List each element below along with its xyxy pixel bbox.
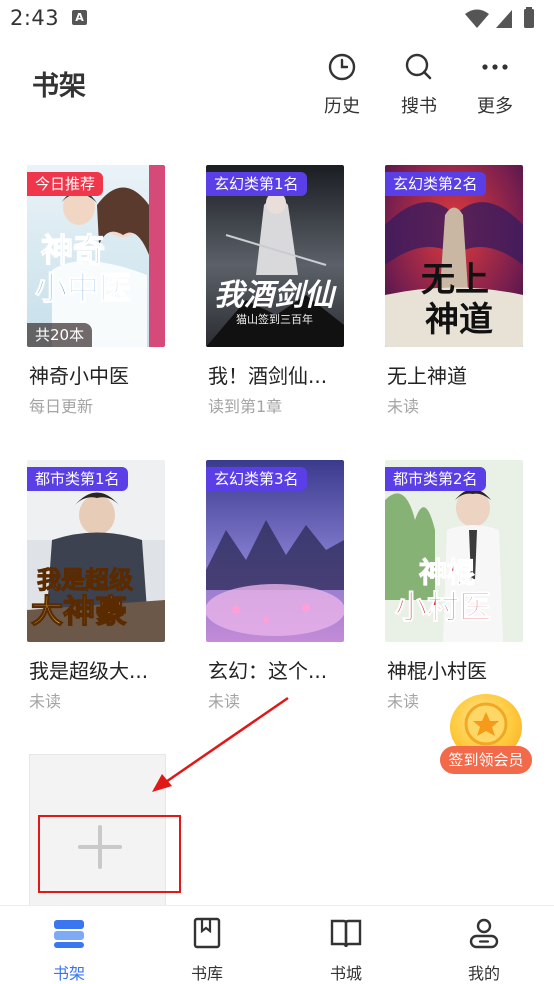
book-cover[interactable]: 无上 神道 玄幻类第2名 xyxy=(385,165,523,347)
nav-label: 我的 xyxy=(467,964,500,983)
book-title: 无上神道 xyxy=(387,364,467,388)
book-card[interactable]: 我是超级 大神豪 都市类第1名 我是超级大... 未读 xyxy=(27,460,177,711)
svg-text:小中医: 小中医 xyxy=(35,269,131,307)
book-status: 读到第1章 xyxy=(208,397,283,416)
signin-reward-button[interactable]: 签到领会员 xyxy=(440,694,532,776)
annotation-arrow xyxy=(152,696,289,792)
svg-text:我酒剑仙: 我酒剑仙 xyxy=(214,278,337,313)
svg-text:神棍: 神棍 xyxy=(419,556,475,589)
more-dots-icon xyxy=(482,64,508,70)
book-status: 每日更新 xyxy=(29,397,94,416)
book-card[interactable]: 神棍 小村医 都市类第2名 神棍小村医 未读 xyxy=(385,460,535,711)
clock-icon xyxy=(328,53,356,81)
book-cover[interactable]: 神奇 小中医 今日推荐 共20本 xyxy=(27,165,165,347)
book-status: 未读 xyxy=(29,692,62,711)
svg-text:神道: 神道 xyxy=(425,300,493,339)
svg-text:神奇: 神奇 xyxy=(41,231,105,269)
rank-badge: 玄幻类第3名 xyxy=(206,467,307,491)
book-card[interactable]: 无上 神道 玄幻类第2名 无上神道 未读 xyxy=(385,165,535,416)
cover-title-art: 我是超级 大神豪 xyxy=(30,566,133,631)
svg-text:无上: 无上 xyxy=(421,260,489,300)
status-bar: 2:43 A xyxy=(0,0,554,38)
recommend-badge: 今日推荐 xyxy=(27,172,104,196)
nav-library[interactable]: 书库 xyxy=(167,906,247,984)
page-title: 书架 xyxy=(32,71,86,102)
book-title: 神棍小村医 xyxy=(387,659,487,683)
bottom-nav: 书架 书库 书城 我的 xyxy=(0,905,554,984)
nav-bookshelf[interactable]: 书架 xyxy=(29,906,109,984)
book-cover[interactable]: 我酒剑仙 猫山签到三百年 玄幻类第1名 xyxy=(206,165,344,347)
status-icons xyxy=(465,7,534,28)
rank-badge: 玄幻类第1名 xyxy=(206,172,307,196)
book-card[interactable]: 玄幻类第3名 玄幻：这个... 未读 xyxy=(206,460,356,711)
book-cover[interactable]: 神棍 小村医 都市类第2名 xyxy=(385,460,523,642)
book-title: 我！酒剑仙... xyxy=(208,364,328,388)
nav-profile[interactable]: 我的 xyxy=(444,906,524,984)
book-status: 未读 xyxy=(387,692,420,711)
book-cover[interactable]: 玄幻类第3名 xyxy=(206,460,344,642)
book-cover[interactable]: 我是超级 大神豪 都市类第1名 xyxy=(27,460,165,642)
book-status: 未读 xyxy=(387,397,420,416)
search-icon xyxy=(405,53,432,80)
history-label: 历史 xyxy=(324,96,360,117)
open-book-icon xyxy=(330,919,362,948)
rank-badge: 都市类第2名 xyxy=(385,467,486,491)
book-title: 玄幻：这个... xyxy=(208,659,328,683)
svg-text:猫山签到三百年: 猫山签到三百年 xyxy=(236,312,313,326)
battery-icon xyxy=(524,9,534,28)
search-books-button[interactable]: 搜书 xyxy=(389,48,449,118)
more-button[interactable]: 更多 xyxy=(465,48,525,118)
cover-title-art: 神棍 小村医 xyxy=(395,556,492,627)
bookshelf-icon xyxy=(54,920,84,948)
rank-badge: 都市类第1名 xyxy=(27,467,128,491)
nav-label: 书城 xyxy=(329,964,362,983)
cover-title-art: 无上 神道 xyxy=(421,260,493,339)
status-time: 2:43 xyxy=(10,6,60,30)
nav-bookstore[interactable]: 书城 xyxy=(306,906,386,984)
nav-label: 书库 xyxy=(190,964,223,983)
svg-text:大神豪: 大神豪 xyxy=(31,592,127,630)
rank-badge: 玄幻类第2名 xyxy=(385,172,486,196)
book-title: 神奇小中医 xyxy=(29,364,129,388)
signal-icon xyxy=(496,10,512,28)
nav-label: 书架 xyxy=(52,964,85,983)
book-card[interactable]: 神奇 小中医 今日推荐 共20本 神奇小中医 每日更新 xyxy=(27,165,177,416)
book-count-badge: 共20本 xyxy=(27,323,93,347)
more-label: 更多 xyxy=(477,96,513,117)
history-button[interactable]: 历史 xyxy=(312,48,372,118)
svg-text:小村医: 小村医 xyxy=(395,588,491,626)
svg-text:我是超级: 我是超级 xyxy=(37,566,133,594)
profile-icon xyxy=(469,918,499,949)
cover-title-art: 我酒剑仙 猫山签到三百年 xyxy=(214,278,337,326)
cover-title-art: 神奇 小中医 xyxy=(35,230,132,307)
book-title: 我是超级大... xyxy=(29,659,149,683)
book-card[interactable]: 我酒剑仙 猫山签到三百年 玄幻类第1名 我！酒剑仙... 读到第1章 xyxy=(206,165,356,416)
book-icon xyxy=(193,917,221,949)
signin-label: 签到领会员 xyxy=(440,746,532,774)
notification-icon: A xyxy=(72,10,87,25)
wifi-icon xyxy=(465,9,489,28)
search-books-label: 搜书 xyxy=(401,96,437,117)
